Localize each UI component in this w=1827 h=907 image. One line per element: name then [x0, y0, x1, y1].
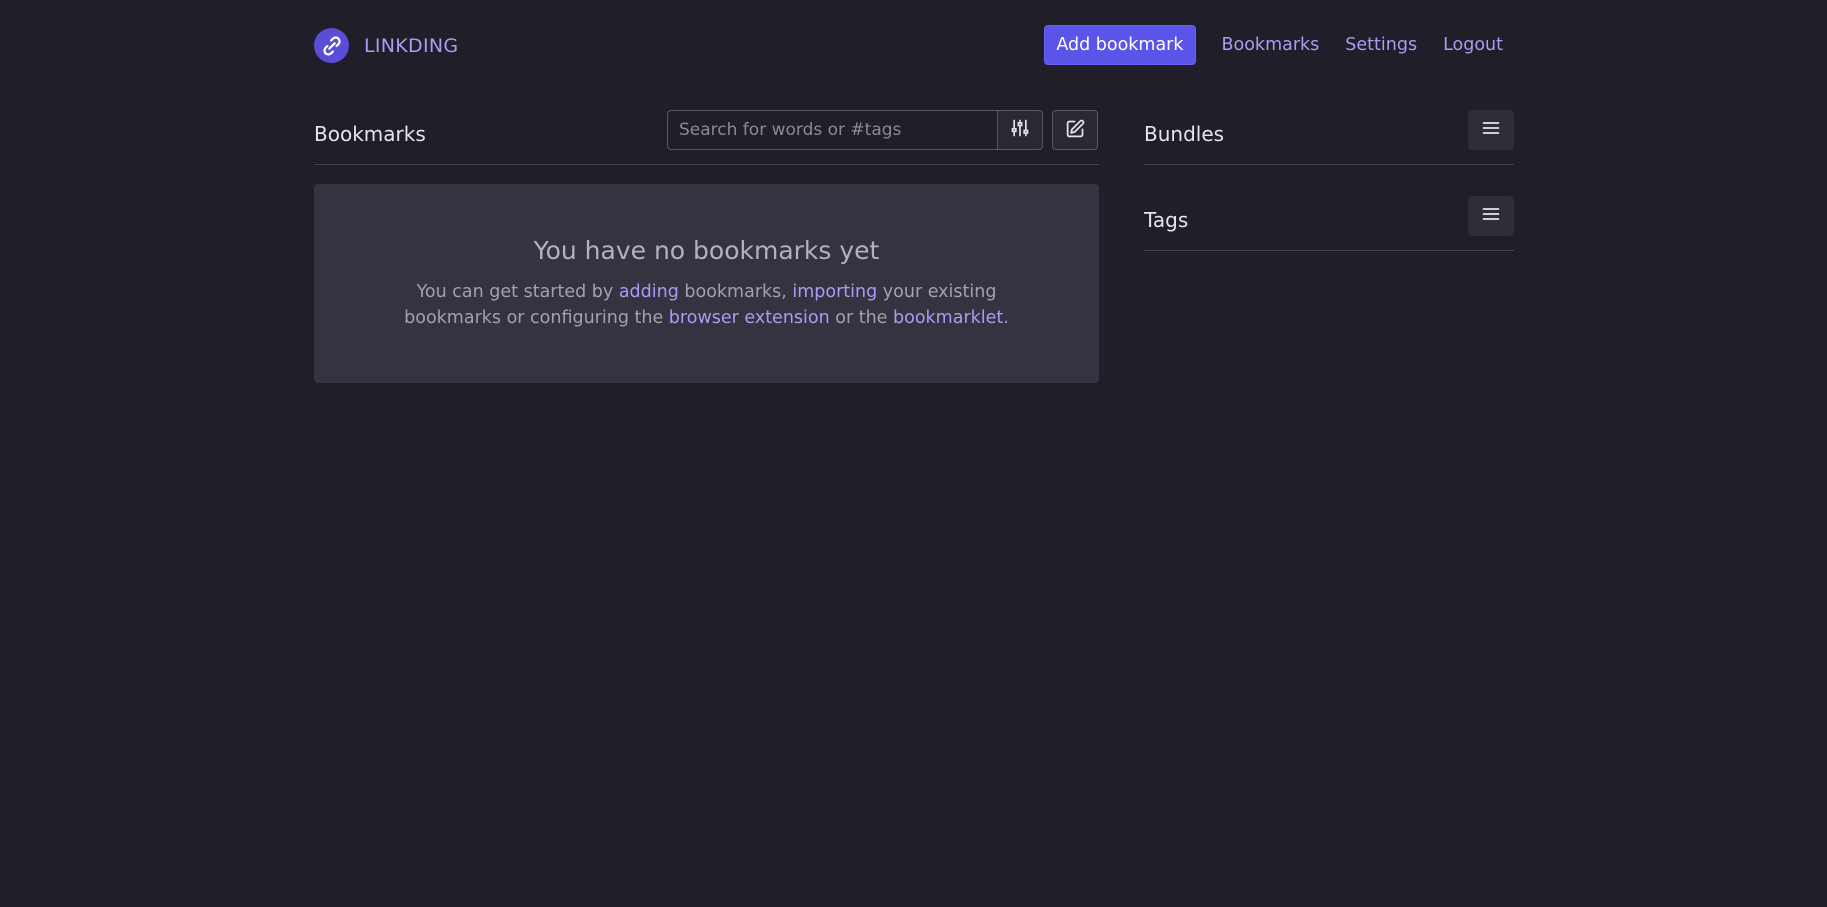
empty-text-part: or the	[829, 308, 894, 328]
bundles-section: Bundles	[1144, 110, 1514, 165]
search-group	[667, 110, 1043, 150]
hamburger-menu-icon	[1481, 204, 1501, 228]
tags-section: Tags	[1144, 196, 1514, 251]
adding-link[interactable]: adding	[619, 282, 679, 302]
bundles-menu-button[interactable]	[1468, 110, 1514, 150]
bookmarks-title: Bookmarks	[314, 122, 426, 146]
nav-logout-link[interactable]: Logout	[1443, 35, 1503, 55]
nav-bookmarks-link[interactable]: Bookmarks	[1222, 35, 1320, 55]
tags-menu-button[interactable]	[1468, 196, 1514, 236]
main-nav: Add bookmark Bookmarks Settings Logout	[1044, 25, 1514, 65]
bookmarks-header: Bookmarks	[314, 110, 1099, 165]
nav-settings-link[interactable]: Settings	[1345, 35, 1417, 55]
empty-state-card: You have no bookmarks yet You can get st…	[314, 184, 1099, 383]
empty-state-text: You can get started by adding bookmarks,…	[367, 279, 1047, 331]
bookmarklet-link[interactable]: bookmarklet	[893, 308, 1003, 328]
browser-extension-link[interactable]: browser extension	[669, 308, 830, 328]
sidebar: Bundles Tags	[1144, 110, 1514, 282]
pencil-square-icon	[1065, 118, 1086, 143]
empty-text-part: You can get started by	[416, 282, 619, 302]
bundles-title: Bundles	[1144, 122, 1225, 146]
bookmarks-main: Bookmarks Search for words or #tags You …	[314, 110, 1099, 383]
search-options-button[interactable]	[997, 110, 1043, 150]
tags-title: Tags	[1144, 208, 1189, 232]
brand-name: LINKDING	[364, 34, 459, 57]
add-bookmark-button[interactable]: Add bookmark	[1044, 25, 1196, 65]
logo-icon	[314, 28, 349, 63]
bulk-edit-button[interactable]	[1052, 110, 1098, 150]
hamburger-menu-icon	[1481, 118, 1501, 142]
app-header: LINKDING Add bookmark Bookmarks Settings…	[314, 25, 1514, 65]
empty-text-part: .	[1003, 308, 1009, 328]
empty-text-part: bookmarks,	[678, 282, 793, 302]
sliders-icon	[1010, 118, 1030, 142]
importing-link[interactable]: importing	[792, 282, 877, 302]
search-input[interactable]	[667, 110, 997, 150]
brand-home-link[interactable]: LINKDING	[314, 28, 458, 63]
empty-state-title: You have no bookmarks yet	[533, 236, 880, 265]
